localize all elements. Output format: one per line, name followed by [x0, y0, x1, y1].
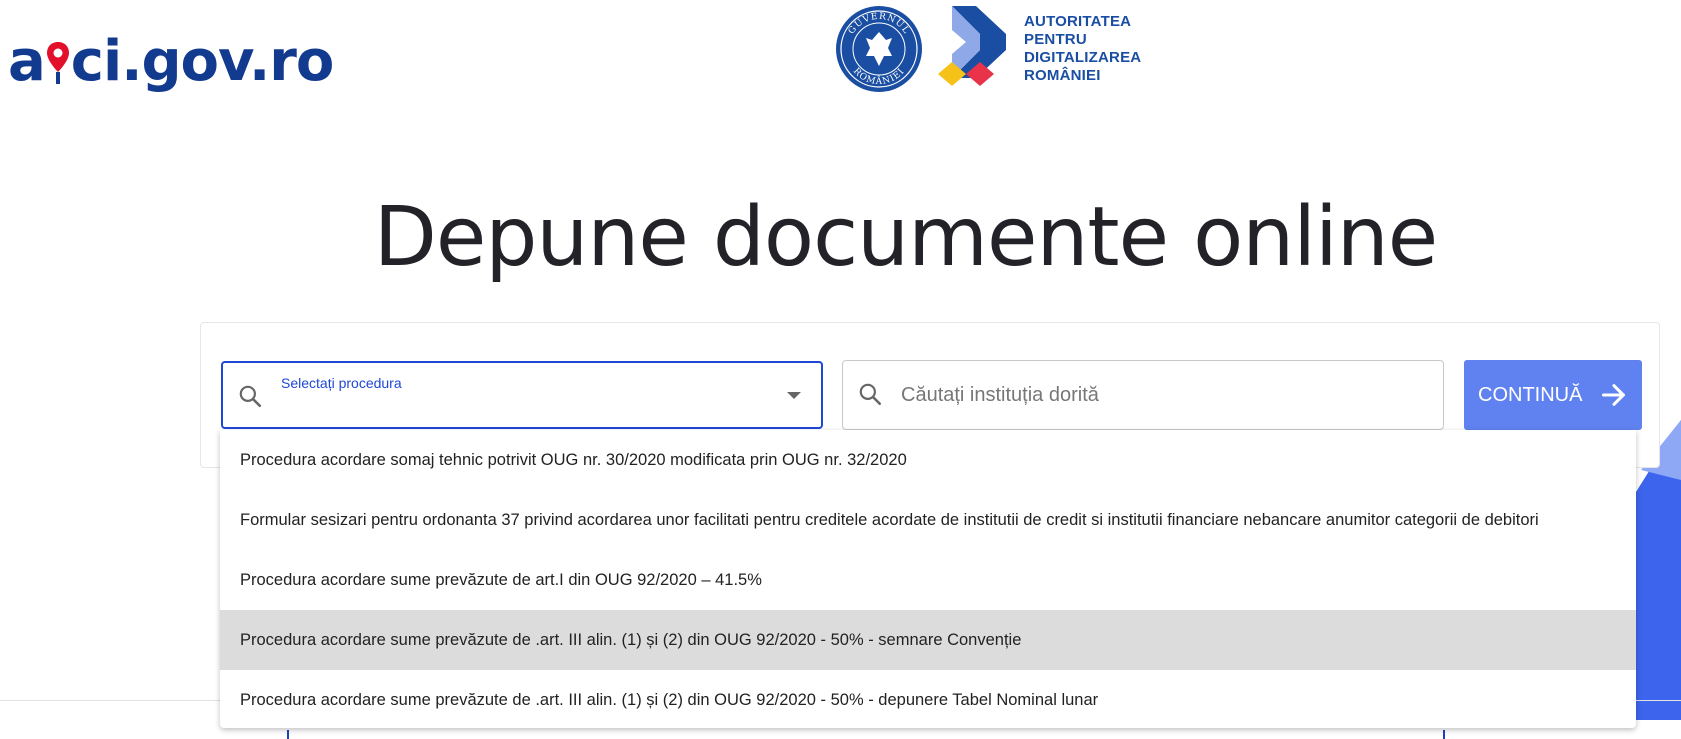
dropdown-option[interactable]: Procedura acordare sume prevăzute de .ar…: [220, 670, 1636, 728]
search-icon: [859, 383, 882, 406]
brand-text-start: a: [8, 29, 46, 94]
search-icon: [239, 385, 262, 408]
institution-search-input[interactable]: [901, 361, 1421, 429]
continue-button[interactable]: CONTINUĂ: [1464, 360, 1642, 430]
procedure-select[interactable]: Selectați procedura: [221, 361, 823, 429]
authority-line: AUTORITATEA: [1024, 13, 1132, 30]
site-logo[interactable]: a ci.gov.ro: [8, 12, 335, 94]
authority-line: DIGITALIZAREA: [1024, 49, 1142, 66]
footer-edge-mark: [287, 730, 289, 739]
chevron-down-icon[interactable]: [787, 392, 801, 399]
continue-button-label: CONTINUĂ: [1478, 383, 1583, 406]
authority-name: AUTORITATEA PENTRU DIGITALIZAREA ROMÂNIE…: [1024, 13, 1141, 85]
government-logos: GUVERNUL ROMÂNIEI AUTORITATEA PENTRU DIG…: [834, 4, 1141, 94]
authority-line: ROMÂNIEI: [1024, 67, 1101, 84]
page-title: Depune documente online: [373, 190, 1438, 285]
government-seal-icon: GUVERNUL ROMÂNIEI: [836, 6, 922, 92]
institution-search-field[interactable]: [842, 360, 1444, 430]
brand-text-end: ci.gov.ro: [70, 29, 335, 94]
location-pin-icon: [46, 42, 69, 84]
procedure-dropdown-list: Procedura acordare somaj tehnic potrivit…: [220, 430, 1636, 728]
authority-line: PENTRU: [1024, 31, 1087, 48]
procedure-select-label: Selectați procedura: [281, 375, 402, 391]
footer-edge-mark: [1443, 730, 1445, 739]
dropdown-option[interactable]: Procedura acordare somaj tehnic potrivit…: [220, 430, 1636, 490]
dropdown-option[interactable]: Formular sesizari pentru ordonanta 37 pr…: [220, 490, 1636, 550]
arrow-right-icon: [1601, 384, 1625, 406]
adr-logo-icon: [938, 6, 1006, 86]
dropdown-option[interactable]: Procedura acordare sume prevăzute de art…: [220, 550, 1636, 610]
dropdown-option-highlighted[interactable]: Procedura acordare sume prevăzute de .ar…: [220, 610, 1636, 670]
